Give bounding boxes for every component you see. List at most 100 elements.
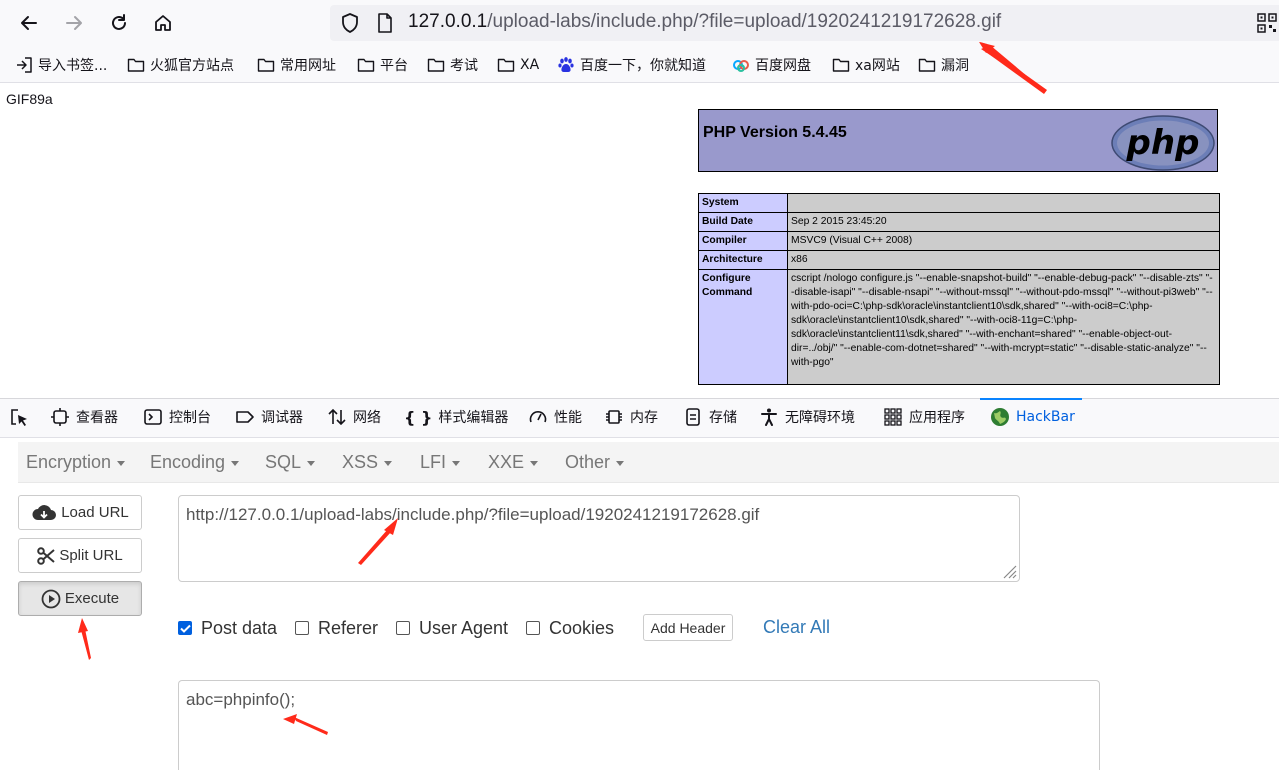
php-logo[interactable]: php: [1110, 114, 1216, 176]
button-label: Execute: [64, 590, 120, 607]
info-value: MSVC9 (Visual C++ 2008): [787, 231, 1220, 251]
console-icon: [144, 409, 162, 425]
url-text[interactable]: 127.0.0.1/upload-labs/include.php/?file=…: [408, 10, 1001, 34]
cookies-checkbox[interactable]: Cookies: [526, 618, 614, 638]
info-value: Sep 2 2015 23:45:20: [787, 212, 1220, 232]
bookmark-folder[interactable]: xa网站: [832, 54, 900, 76]
reload-button[interactable]: [104, 8, 134, 38]
tab-application[interactable]: 应用程序: [883, 405, 965, 429]
scissors-icon: [37, 546, 55, 565]
info-key: Build Date: [698, 212, 788, 232]
tab-label: 应用程序: [909, 410, 965, 426]
checkbox-label: Post data: [201, 617, 278, 638]
url-textarea[interactable]: http://127.0.0.1/upload-labs/include.php…: [178, 495, 1020, 582]
add-header-button[interactable]: Add Header: [643, 614, 733, 641]
menu-xss[interactable]: XSS: [342, 452, 393, 473]
checkbox-empty-icon: [295, 621, 309, 635]
caret-down-icon: [307, 460, 316, 466]
tab-accessibility[interactable]: 无障碍环境: [759, 405, 855, 429]
bookmark-baidu-netdisk[interactable]: 百度网盘: [732, 54, 811, 76]
bookmark-label: 常用网址: [280, 58, 336, 74]
bookmark-label: XA: [520, 57, 540, 73]
bookmark-folder[interactable]: XA: [497, 54, 539, 76]
tab-label: 调试器: [261, 410, 303, 426]
active-tab-indicator: [980, 398, 1082, 400]
tab-label: 内存: [630, 410, 658, 426]
baidu-paw-icon: [558, 57, 574, 73]
hackbar-globe-icon: [991, 408, 1009, 426]
menu-label: Encryption: [26, 452, 112, 472]
url-path: /upload-labs/include.php/?file=upload/19…: [487, 11, 1002, 32]
caret-down-icon: [616, 460, 625, 466]
referer-checkbox[interactable]: Referer: [295, 618, 378, 638]
home-button[interactable]: [148, 8, 178, 38]
forward-arrow-icon: [66, 16, 82, 30]
bookmark-baidu[interactable]: 百度一下，你就知道: [557, 54, 706, 76]
menu-lfi[interactable]: LFI: [420, 452, 461, 473]
button-label: Split URL: [59, 547, 123, 564]
menu-sql[interactable]: SQL: [265, 452, 316, 473]
clear-all-link[interactable]: Clear All: [763, 617, 830, 638]
bookmark-label: 考试: [450, 58, 478, 74]
qr-code-icon[interactable]: [1257, 13, 1277, 37]
tab-performance[interactable]: 性能: [528, 405, 582, 429]
cloud-download-icon: [32, 504, 57, 520]
info-value: x86: [787, 250, 1220, 270]
info-key: Architecture: [698, 250, 788, 270]
tab-debugger[interactable]: 调试器: [235, 405, 303, 429]
table-row: System: [698, 193, 1220, 213]
tab-inspector[interactable]: 查看器: [50, 405, 118, 429]
table-row: Compiler MSVC9 (Visual C++ 2008): [698, 231, 1220, 251]
load-url-button[interactable]: Load URL: [18, 495, 142, 530]
table-row: Configure Command cscript /nologo configu…: [698, 269, 1220, 385]
user-agent-checkbox[interactable]: User Agent: [396, 618, 508, 638]
resize-grip-icon[interactable]: [1001, 563, 1017, 583]
forward-button[interactable]: [59, 8, 89, 38]
menu-xxe[interactable]: XXE: [488, 452, 539, 473]
tab-network[interactable]: 网络: [327, 405, 381, 429]
tab-label: 样式编辑器: [438, 410, 509, 426]
post-data-textarea[interactable]: abc=phpinfo();: [178, 680, 1100, 770]
bookmark-folder[interactable]: 考试: [427, 54, 478, 76]
checkbox-label: Cookies: [549, 617, 615, 638]
folder-icon: [257, 58, 275, 72]
bookmark-folder[interactable]: 火狐官方站点: [127, 54, 234, 76]
bookmark-label: 百度网盘: [755, 58, 811, 74]
menu-label: SQL: [265, 452, 302, 472]
split-url-button[interactable]: Split URL: [18, 538, 142, 573]
tab-hackbar[interactable]: HackBar: [990, 405, 1075, 429]
tab-label: HackBar: [1016, 409, 1075, 425]
folder-icon: [357, 58, 375, 72]
caret-down-icon: [530, 460, 539, 466]
checkbox-empty-icon: [526, 621, 540, 635]
bookmark-folder[interactable]: 常用网址: [257, 54, 336, 76]
execute-button[interactable]: Execute: [18, 581, 142, 616]
menu-other[interactable]: Other: [565, 452, 625, 473]
menu-encoding[interactable]: Encoding: [150, 452, 240, 473]
shield-icon[interactable]: [340, 12, 360, 38]
bookmark-import[interactable]: 导入书签...: [15, 54, 107, 76]
bookmark-folder[interactable]: 漏洞: [918, 54, 969, 76]
gauge-icon: [529, 411, 547, 423]
tab-memory[interactable]: 内存: [604, 405, 658, 429]
bookmark-folder[interactable]: 平台: [357, 54, 408, 76]
post-data-checkbox[interactable]: Post data: [178, 618, 277, 638]
baidu-netdisk-icon: [733, 60, 749, 72]
accessibility-person-icon: [761, 408, 777, 426]
back-button[interactable]: [14, 8, 44, 38]
annotation-arrow-execute-shaft: [81, 629, 91, 660]
button-label: Load URL: [61, 504, 129, 521]
folder-icon: [497, 58, 515, 72]
url-host: 127.0.0.1: [408, 11, 488, 32]
back-arrow-icon: [21, 16, 37, 30]
play-circle-icon: [41, 589, 61, 608]
tab-console[interactable]: 控制台: [143, 405, 211, 429]
checkbox-checked-icon: [178, 621, 192, 635]
tab-storage[interactable]: 存储: [683, 405, 737, 429]
tab-label: 网络: [353, 410, 381, 426]
element-picker-icon[interactable]: [9, 407, 31, 433]
caret-down-icon: [384, 460, 393, 466]
menu-encryption[interactable]: Encryption: [26, 452, 126, 473]
tab-style-editor[interactable]: { } 样式编辑器: [404, 405, 508, 429]
menu-label: Other: [565, 452, 611, 472]
